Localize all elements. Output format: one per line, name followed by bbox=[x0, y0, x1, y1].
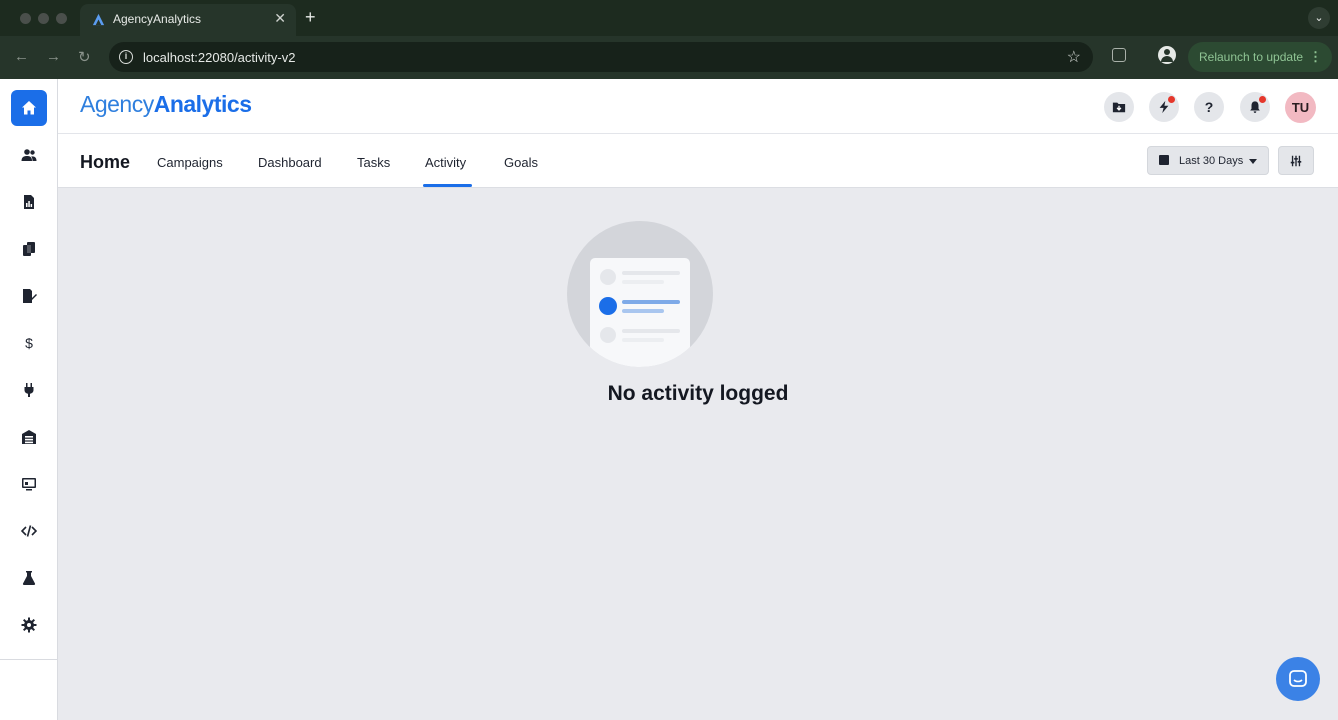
tab-title: AgencyAnalytics bbox=[113, 12, 202, 26]
whats-new-button[interactable] bbox=[1149, 92, 1179, 122]
edit-document-icon bbox=[23, 289, 37, 303]
relaunch-button[interactable]: Relaunch to update ⋮ bbox=[1188, 42, 1332, 72]
copy-icon bbox=[23, 242, 35, 256]
downloads-button[interactable] bbox=[1104, 92, 1134, 122]
relaunch-label: Relaunch to update bbox=[1199, 50, 1304, 64]
flask-icon bbox=[22, 571, 36, 585]
sidebar-item-home[interactable] bbox=[11, 90, 47, 126]
sidebar-item-warehouse[interactable] bbox=[11, 419, 47, 455]
warehouse-icon bbox=[22, 430, 36, 444]
empty-state-card bbox=[590, 258, 690, 367]
url-text[interactable]: localhost:22080/activity-v2 bbox=[143, 50, 295, 65]
forward-icon[interactable]: → bbox=[46, 48, 61, 65]
avatar[interactable]: TU bbox=[1285, 92, 1316, 123]
tab-tasks[interactable]: Tasks bbox=[357, 155, 390, 170]
svg-text:$: $ bbox=[25, 335, 33, 351]
date-range-label: Last 30 Days bbox=[1179, 155, 1244, 167]
caret-down-icon bbox=[1249, 159, 1257, 164]
logo-text-light: Agency bbox=[80, 91, 154, 117]
address-bar[interactable]: i localhost:22080/activity-v2 ☆ bbox=[109, 42, 1093, 72]
app: $ AgencyAnalytics ? TU Home Campaigns Da… bbox=[0, 79, 1338, 720]
help-button[interactable]: ? bbox=[1194, 92, 1224, 122]
sidebar-item-developer[interactable] bbox=[11, 513, 47, 549]
gear-icon bbox=[21, 617, 37, 633]
chat-launcher-button[interactable] bbox=[1276, 657, 1320, 701]
notifications-button[interactable] bbox=[1240, 92, 1270, 122]
tab-goals[interactable]: Goals bbox=[504, 155, 538, 170]
tab-dashboard[interactable]: Dashboard bbox=[258, 155, 322, 170]
new-tab-icon[interactable]: + bbox=[305, 7, 316, 28]
sidebar-item-billing[interactable]: $ bbox=[11, 325, 47, 361]
window-zoom-dot[interactable] bbox=[56, 13, 67, 24]
agency-analytics-favicon-icon bbox=[92, 13, 105, 26]
activity-list-illustration-icon bbox=[599, 269, 680, 343]
date-range-button[interactable]: Last 30 Days bbox=[1147, 146, 1269, 175]
report-icon bbox=[24, 195, 34, 209]
sidebar-item-users[interactable] bbox=[11, 137, 47, 173]
browser-tabbar: AgencyAnalytics ✕ + ⌄ bbox=[0, 0, 1338, 36]
tab-close-icon[interactable]: ✕ bbox=[274, 10, 286, 27]
sidebar-item-settings[interactable] bbox=[11, 607, 47, 643]
sub-navigation: Home Campaigns Dashboard Tasks Activity … bbox=[58, 134, 1338, 188]
help-icon: ? bbox=[1204, 99, 1214, 115]
sidebar-item-editor[interactable] bbox=[11, 278, 47, 314]
profile-icon[interactable] bbox=[1158, 46, 1176, 64]
top-header: AgencyAnalytics ? TU bbox=[58, 79, 1338, 134]
filter-settings-button[interactable] bbox=[1278, 146, 1314, 175]
whats-new-dot bbox=[1168, 96, 1175, 103]
tab-campaigns[interactable]: Campaigns bbox=[157, 155, 223, 170]
reload-icon[interactable]: ↻ bbox=[78, 48, 91, 66]
sliders-icon bbox=[1290, 155, 1302, 166]
browser-toolbar: ← → ↻ i localhost:22080/activity-v2 ☆ bbox=[0, 36, 1338, 79]
sidebar-item-reports[interactable] bbox=[11, 184, 47, 220]
code-icon bbox=[21, 525, 37, 537]
home-icon bbox=[22, 101, 36, 115]
back-icon[interactable]: ← bbox=[14, 48, 29, 65]
chat-icon bbox=[1289, 670, 1307, 687]
tab-activity[interactable]: Activity bbox=[425, 155, 466, 170]
users-icon bbox=[21, 149, 37, 161]
site-info-icon[interactable]: i bbox=[119, 50, 133, 64]
logo-text-bold: Analytics bbox=[153, 91, 252, 117]
dollar-icon: $ bbox=[25, 335, 33, 351]
bookmark-star-icon[interactable]: ☆ bbox=[1067, 47, 1081, 67]
folder-download-icon bbox=[1112, 102, 1126, 113]
page-title: Home bbox=[80, 152, 131, 172]
calendar-icon bbox=[1159, 155, 1169, 165]
sidebar-divider bbox=[0, 659, 58, 660]
sidebar-item-templates[interactable] bbox=[11, 231, 47, 267]
window-minimize-dot[interactable] bbox=[38, 13, 49, 24]
browser-tab[interactable]: AgencyAnalytics ✕ bbox=[80, 4, 296, 36]
extensions-icon[interactable] bbox=[1112, 48, 1126, 62]
notification-dot bbox=[1259, 96, 1266, 103]
tab-search-chevron-icon[interactable]: ⌄ bbox=[1308, 7, 1330, 29]
more-menu-icon: ⋮ bbox=[1309, 49, 1322, 64]
agency-analytics-logo[interactable]: AgencyAnalytics bbox=[80, 91, 252, 118]
empty-state-illustration bbox=[567, 221, 713, 367]
monitor-icon bbox=[22, 478, 36, 491]
active-tab-indicator bbox=[423, 184, 472, 187]
window-close-dot[interactable] bbox=[20, 13, 31, 24]
sidebar-item-dashboards[interactable] bbox=[11, 466, 47, 502]
sidebar-item-labs[interactable] bbox=[11, 560, 47, 596]
empty-state-message: No activity logged bbox=[607, 382, 789, 405]
